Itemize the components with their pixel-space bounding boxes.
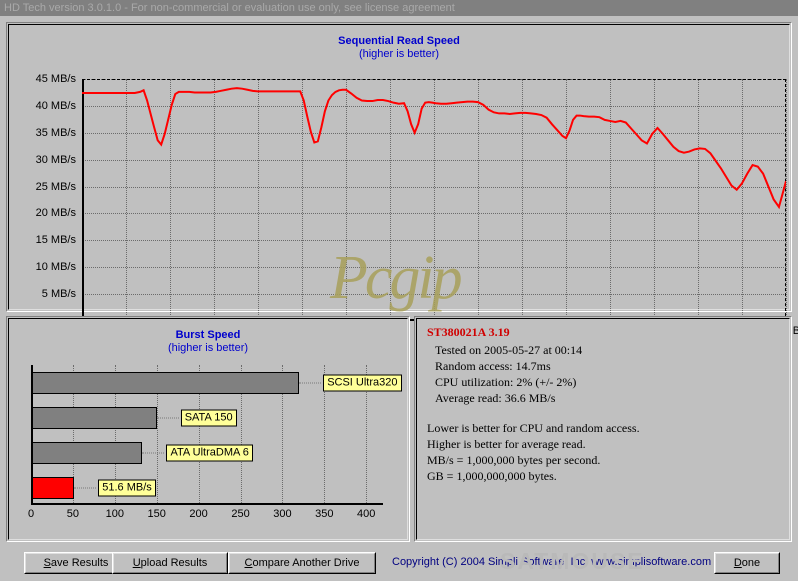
burst-bar-label: SATA 150: [180, 409, 237, 426]
compare-another-drive-button[interactable]: Compare Another Drive: [228, 552, 376, 574]
sequential-y-tick-label: 30 MB/s: [35, 153, 76, 166]
sequential-gridline-vertical: [786, 79, 787, 321]
save-results-accel: S: [43, 557, 51, 569]
copyright-label: Copyright (C) 2004 Simpli Software, Inc.…: [392, 556, 712, 568]
burst-x-tick-label: 400: [357, 508, 376, 520]
average-read-label: Average read: 36.6 MB/s: [435, 391, 556, 405]
burst-chart-title-main: Burst Speed: [175, 329, 241, 341]
sequential-read-panel: Sequential Read Speed (higher is better)…: [6, 22, 798, 337]
done-accel: D: [733, 557, 742, 569]
note-gb-definition: GB = 1,000,000,000 bytes.: [427, 469, 557, 483]
burst-bar: [31, 371, 300, 394]
burst-bar: [31, 441, 143, 464]
note-mbs-definition: MB/s = 1,000,000 bytes per second.: [427, 453, 601, 467]
compare-accel: C: [244, 557, 253, 569]
sequential-y-tick-label: 40 MB/s: [35, 99, 76, 112]
burst-bar-label: SCSI Ultra320: [323, 374, 402, 391]
burst-bar-leader-line: [142, 452, 165, 453]
hd-tech-window: HD Tech version 3.0.1.0 - For non-commer…: [0, 0, 798, 581]
burst-x-axis-line: [31, 503, 383, 505]
sequential-read-curve: [82, 87, 786, 210]
sequential-y-tick-label: 25 MB/s: [35, 180, 76, 193]
sequential-y-tick-label: 5 MB/s: [41, 288, 76, 301]
burst-x-tick-label: 150: [147, 508, 166, 520]
upload-results-rest: pload Results: [140, 557, 208, 569]
drive-info-text: ST380021A 3.19 Tested on 2005-05-27 at 0…: [427, 325, 783, 484]
burst-x-tick-label: 200: [189, 508, 208, 520]
burst-plot-area: SCSI Ultra320 SATA 150 ATA UltraDMA 6 51.6 …: [28, 365, 402, 520]
random-access-label: Random access: 14.7ms: [435, 359, 551, 373]
burst-x-tick-label: 300: [273, 508, 292, 520]
sequential-plot-area: 0 MB/s5 MB/s10 MB/s15 MB/s20 MB/s25 MB/s…: [36, 73, 798, 337]
done-rest: one: [741, 557, 761, 569]
drive-info-panel-inner: ST380021A 3.19 Tested on 2005-05-27 at 0…: [416, 318, 790, 540]
sequential-chart-title-sub: (higher is better): [358, 48, 440, 60]
burst-y-axis-line: [31, 365, 33, 505]
note-lower-better: Lower is better for CPU and random acces…: [427, 421, 640, 435]
drive-model-label: ST380021A 3.19: [427, 325, 510, 339]
upload-results-accel: U: [132, 557, 141, 569]
window-title-text: HD Tech version 3.0.1.0 - For non-commer…: [4, 2, 455, 14]
done-button[interactable]: Done: [714, 552, 780, 574]
sequential-chart-title: Sequential Read Speed (higher is better): [9, 35, 789, 61]
upload-results-button[interactable]: Upload Results: [112, 552, 228, 574]
compare-another-drive-button-label: Compare Another Drive: [229, 553, 375, 573]
compare-rest: ompare Another Drive: [252, 557, 360, 569]
burst-x-tick-label: 250: [231, 508, 250, 520]
save-results-rest: ave Results: [50, 557, 109, 569]
sequential-read-panel-inner: Sequential Read Speed (higher is better)…: [8, 24, 798, 337]
window-title-bar[interactable]: HD Tech version 3.0.1.0 - For non-commer…: [0, 0, 798, 16]
tested-on-label: Tested on 2005-05-27 at 00:14: [435, 343, 583, 357]
burst-x-tick-label: 350: [315, 508, 334, 520]
sequential-y-tick-label: 10 MB/s: [35, 261, 76, 274]
burst-bar-label: ATA UltraDMA 6: [166, 444, 253, 461]
burst-bar: [31, 476, 75, 499]
sequential-y-tick-label: 45 MB/s: [35, 73, 76, 85]
burst-x-tick-label: 0: [27, 508, 35, 520]
burst-x-tick-label: 100: [105, 508, 124, 520]
sequential-y-tick-label: 20 MB/s: [35, 207, 76, 220]
burst-bar-leader-line: [299, 382, 322, 383]
drive-info-panel: ST380021A 3.19 Tested on 2005-05-27 at 0…: [414, 316, 792, 542]
burst-speed-panel-inner: Burst Speed (higher is better) SCSI Ultr…: [8, 318, 408, 540]
cpu-utilization-label: CPU utilization: 2% (+/- 2%): [435, 375, 577, 389]
burst-bar-leader-line: [156, 417, 179, 418]
sequential-y-tick-label: 35 MB/s: [35, 126, 76, 139]
burst-chart-title: Burst Speed (higher is better): [9, 329, 407, 355]
burst-speed-panel: Burst Speed (higher is better) SCSI Ultr…: [6, 316, 410, 542]
upload-results-button-label: Upload Results: [113, 553, 227, 573]
done-button-label: Done: [715, 553, 779, 573]
burst-bar-leader-line: [74, 487, 97, 488]
sequential-y-tick-label: 15 MB/s: [35, 234, 76, 247]
burst-x-tick-label: 50: [66, 508, 80, 520]
sequential-read-line: [82, 87, 786, 210]
sequential-chart-title-main: Sequential Read Speed: [338, 35, 460, 47]
burst-chart-title-sub: (higher is better): [167, 342, 249, 354]
burst-bar: [31, 406, 157, 429]
note-higher-better: Higher is better for average read.: [427, 437, 586, 451]
burst-bar-label: 51.6 MB/s: [98, 479, 156, 496]
